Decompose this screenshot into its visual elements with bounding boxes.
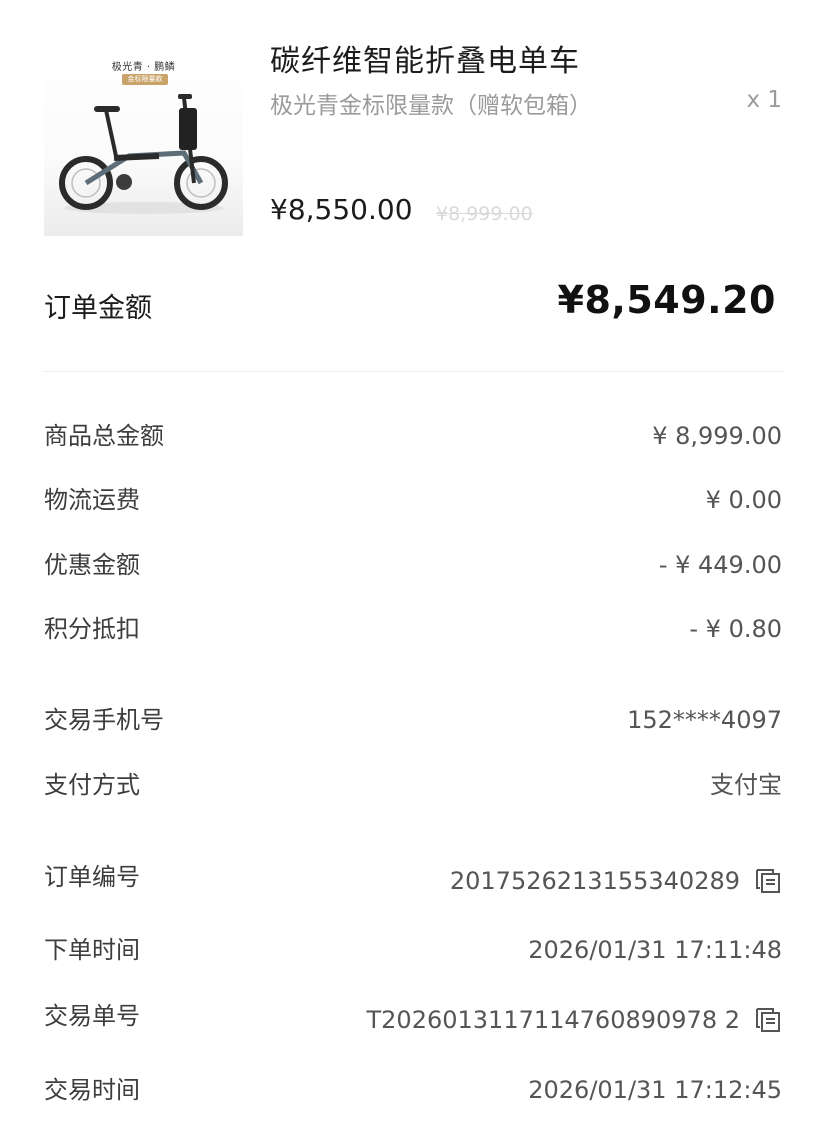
order-number-text: 2017526213155340289 <box>449 867 740 895</box>
detail-label: 交易单号 <box>44 1002 140 1030</box>
detail-label: 优惠金额 <box>44 551 140 579</box>
detail-label: 商品总金额 <box>44 422 164 450</box>
detail-value: ¥ 8,999.00 <box>652 422 782 450</box>
product-spec: 极光青金标限量款（赠软包箱） <box>270 93 592 119</box>
detail-label: 交易时间 <box>44 1076 140 1104</box>
order-total-label: 订单金额 <box>44 293 152 324</box>
detail-value: T2026013117114760890978 2 <box>367 1000 783 1040</box>
detail-label: 下单时间 <box>44 936 140 964</box>
product-card[interactable]: 极光青 · 鹏鳞 金标限量款 碳纤维智能折叠电单车 极光青金标限量款（赠软包箱）… <box>0 0 828 250</box>
product-quantity: x 1 <box>746 87 782 113</box>
detail-value: 2017526213155340289 <box>450 861 782 901</box>
detail-row-order-time: 下单时间 2026/01/31 17:11:48 <box>44 930 782 970</box>
detail-value: - ¥ 0.80 <box>689 615 782 643</box>
copy-icon[interactable] <box>754 1006 782 1034</box>
product-image[interactable]: 极光青 · 鹏鳞 金标限量款 <box>44 38 243 236</box>
detail-row-points: 积分抵扣 - ¥ 0.80 <box>44 609 782 649</box>
detail-value: ¥ 0.00 <box>705 486 782 514</box>
detail-label: 支付方式 <box>44 771 140 799</box>
detail-value: - ¥ 449.00 <box>658 551 782 579</box>
detail-value: 152****4097 <box>627 706 782 734</box>
product-title[interactable]: 碳纤维智能折叠电单车 <box>270 36 580 80</box>
detail-row-goods-total: 商品总金额 ¥ 8,999.00 <box>44 416 782 456</box>
detail-row-discount: 优惠金额 - ¥ 449.00 <box>44 545 782 585</box>
detail-row-payment-method: 支付方式 支付宝 <box>44 765 782 805</box>
detail-label: 订单编号 <box>44 863 140 891</box>
bike-illustration <box>59 94 228 214</box>
product-price: ¥8,550.00 <box>270 193 413 226</box>
detail-label: 交易手机号 <box>44 706 164 734</box>
detail-row-phone: 交易手机号 152****4097 <box>44 700 782 740</box>
detail-row-order-number: 订单编号 2017526213155340289 <box>44 857 782 897</box>
copy-icon[interactable] <box>754 867 782 895</box>
detail-row-transaction-time: 交易时间 2026/01/31 17:12:45 <box>44 1070 782 1110</box>
detail-value: 支付宝 <box>710 771 782 799</box>
detail-label: 积分抵扣 <box>44 615 140 643</box>
detail-value: 2026/01/31 17:12:45 <box>528 1076 782 1104</box>
detail-label: 物流运费 <box>44 486 140 514</box>
product-original-price: ¥8,999.00 <box>436 203 533 225</box>
divider <box>44 371 784 372</box>
detail-value: 2026/01/31 17:11:48 <box>528 936 782 964</box>
transaction-number-text: T2026013117114760890978 2 <box>366 1006 741 1034</box>
detail-row-transaction-number: 交易单号 T2026013117114760890978 2 <box>44 996 782 1036</box>
order-total-value: ¥8,549.20 <box>557 278 776 322</box>
detail-row-shipping: 物流运费 ¥ 0.00 <box>44 480 782 520</box>
